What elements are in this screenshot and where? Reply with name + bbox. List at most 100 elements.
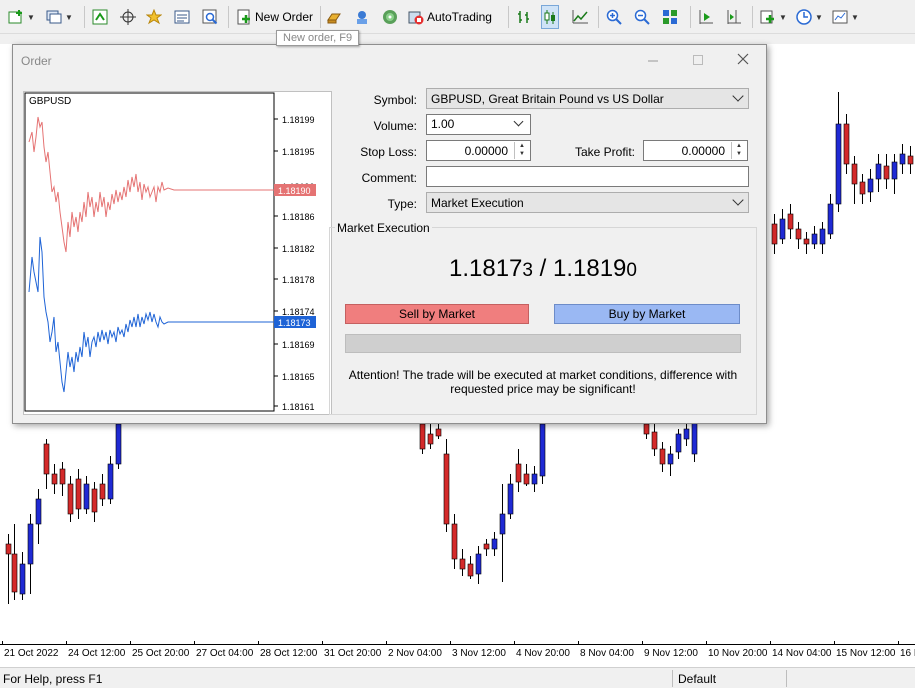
- arrow-up-icon: ▲: [519, 143, 525, 149]
- status-help-text: For Help, press F1: [3, 672, 103, 686]
- profiles-button[interactable]: ▼: [46, 6, 73, 28]
- candle-body: [771, 223, 778, 245]
- candle-body: [11, 553, 18, 593]
- templates-button[interactable]: ▼: [832, 6, 859, 28]
- market-watch-icon: [92, 9, 108, 25]
- line-chart-button[interactable]: [572, 6, 588, 28]
- candle-body: [467, 563, 474, 577]
- candlestick-icon: [542, 9, 558, 25]
- candle-body: [107, 463, 114, 500]
- candle-body: [795, 228, 802, 240]
- candle-body: [483, 543, 490, 550]
- new-chart-icon: [8, 9, 24, 25]
- status-profile-name: Default: [678, 672, 717, 686]
- chevron-down-icon: [513, 116, 524, 127]
- vps-button[interactable]: [382, 6, 398, 28]
- new-order-tooltip: New order, F9: [276, 30, 360, 46]
- ask-price-tag: 1.18190: [278, 186, 311, 196]
- date-axis-label: 16 N: [900, 648, 915, 659]
- date-axis-label: 25 Oct 20:00: [132, 648, 190, 659]
- price-axis-label: 1.18182: [282, 244, 315, 254]
- close-icon: [737, 53, 749, 65]
- candle-body: [875, 163, 882, 180]
- candle-body: [83, 483, 90, 510]
- auto-scroll-button[interactable]: [698, 6, 714, 28]
- candle-body: [35, 498, 42, 525]
- candle-body: [419, 423, 426, 450]
- close-button[interactable]: [728, 50, 758, 70]
- date-axis-label: 15 Nov 12:00: [836, 648, 896, 659]
- data-window-button[interactable]: [120, 6, 136, 28]
- candle-body: [867, 178, 874, 193]
- bid-price-tag: 1.18173: [278, 318, 311, 328]
- sell-by-market-button[interactable]: Sell by Market: [345, 304, 529, 324]
- attention-line-2: requested price may be significant!: [450, 382, 636, 396]
- symbol-select[interactable]: GBPUSD, Great Britain Pound vs US Dollar: [426, 88, 749, 109]
- date-axis-label: 27 Oct 04:00: [196, 648, 254, 659]
- comment-input[interactable]: [426, 166, 749, 187]
- zoom-out-button[interactable]: [634, 6, 650, 28]
- volume-combo[interactable]: 1.00: [426, 114, 531, 135]
- candle-body: [835, 123, 842, 205]
- stop-loss-value: 0.00000: [464, 144, 508, 158]
- candle-body: [27, 523, 34, 565]
- candle-body: [427, 433, 434, 445]
- take-profit-spinner[interactable]: ▲ ▼: [731, 142, 746, 159]
- tile-windows-button[interactable]: [662, 6, 678, 28]
- volume-value: 1.00: [431, 117, 455, 131]
- symbol-value: GBPUSD, Great Britain Pound vs US Dollar: [431, 92, 664, 106]
- terminal-button[interactable]: [174, 6, 190, 28]
- tick-chart-frame: [24, 92, 275, 412]
- candle-body: [851, 163, 858, 185]
- candle-body: [75, 478, 82, 510]
- navigator-button[interactable]: [145, 6, 163, 28]
- take-profit-input[interactable]: 0.00000 ▲ ▼: [643, 140, 748, 161]
- candle-body: [883, 165, 890, 180]
- candle-body: [43, 443, 50, 475]
- main-toolbar: ▼ ▼ New Order AutoTrading ▼ ▼ ▼: [0, 0, 915, 34]
- date-axis-label: 8 Nov 04:00: [580, 648, 634, 659]
- zoom-in-button[interactable]: [606, 6, 622, 28]
- minimize-button[interactable]: [638, 50, 668, 70]
- candle-body: [659, 448, 666, 465]
- maximize-button[interactable]: [683, 50, 713, 70]
- autotrading-stop-icon: [408, 9, 424, 25]
- candle-body: [443, 453, 450, 525]
- autotrading-button[interactable]: AutoTrading: [408, 6, 492, 28]
- candlestick-chart-button[interactable]: [541, 5, 559, 29]
- take-profit-label: Take Profit:: [574, 145, 635, 159]
- price-axis-label: 1.18165: [282, 372, 315, 382]
- periods-button[interactable]: ▼: [796, 6, 823, 28]
- crosshair-icon: [120, 9, 136, 25]
- date-axis-label: 9 Nov 12:00: [644, 648, 698, 659]
- attention-line-1: Attention! The trade will be executed at…: [348, 368, 738, 382]
- date-axis-label: 2 Nov 04:00: [388, 648, 442, 659]
- magnifier-chart-icon: [202, 9, 218, 25]
- candle-body: [907, 155, 914, 165]
- market-button[interactable]: [326, 6, 342, 28]
- candle-body: [515, 463, 522, 483]
- stop-loss-input[interactable]: 0.00000 ▲ ▼: [426, 140, 531, 161]
- new-order-button[interactable]: New Order: [236, 6, 313, 28]
- price-axis-label: 1.18169: [282, 340, 315, 350]
- price-axis-label: 1.18178: [282, 275, 315, 285]
- candle-body: [651, 431, 658, 450]
- chart-shift-button[interactable]: [726, 6, 742, 28]
- date-axis-label: 3 Nov 12:00: [452, 648, 506, 659]
- signals-button[interactable]: [354, 6, 370, 28]
- candle-body: [899, 153, 906, 165]
- bid-price-last-digit: 3: [522, 260, 533, 281]
- type-value: Market Execution: [431, 196, 524, 210]
- stop-loss-spinner[interactable]: ▲ ▼: [514, 142, 529, 159]
- type-select[interactable]: Market Execution: [426, 192, 749, 213]
- buy-by-market-button[interactable]: Buy by Market: [554, 304, 740, 324]
- indicators-button[interactable]: ▼: [760, 6, 787, 28]
- market-watch-button[interactable]: [92, 6, 108, 28]
- tick-chart: 1.18199 1.18195 1.18190 1.18186 1.18182 1.181…: [23, 91, 332, 415]
- candle-body: [667, 453, 674, 465]
- bar-chart-button[interactable]: [516, 6, 532, 28]
- date-axis-label: 24 Oct 12:00: [68, 648, 126, 659]
- strategy-tester-button[interactable]: [202, 6, 218, 28]
- candle-body: [99, 483, 106, 500]
- new-chart-button[interactable]: ▼: [8, 6, 35, 28]
